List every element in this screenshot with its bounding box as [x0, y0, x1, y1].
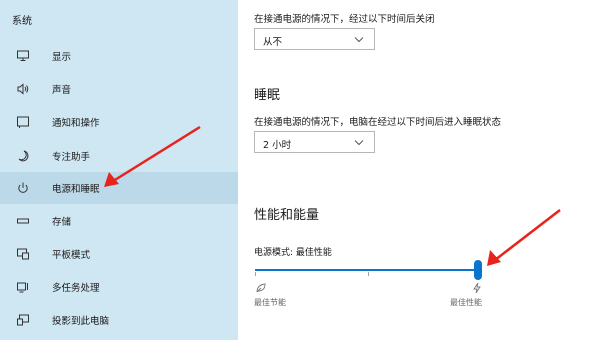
settings-sidebar: 系统 显示 声音 通知和操作 专注助手 电源和睡眠 存储 平板模式 多任务处理 …	[0, 0, 238, 340]
sidebar-item-label: 投影到此电脑	[52, 316, 110, 327]
sidebar-item-label: 专注助手	[52, 152, 91, 163]
best-performance-label: 最佳性能	[450, 298, 482, 307]
power-mode-slider-thumb[interactable]	[474, 260, 482, 280]
notification-icon	[17, 116, 29, 128]
screen-off-dropdown[interactable]: 从不	[254, 28, 375, 50]
speaker-icon	[17, 83, 29, 95]
power-mode-label: 电源模式: 最佳性能	[254, 248, 332, 258]
sidebar-item-label: 通知和操作	[52, 118, 100, 129]
sidebar-item-multitasking[interactable]: 多任务处理	[0, 271, 238, 303]
sidebar-item-display[interactable]: 显示	[0, 40, 238, 72]
sidebar-item-label: 存储	[52, 217, 72, 228]
sleep-description: 在接通电源的情况下，电脑在经过以下时间后进入睡眠状态	[254, 117, 502, 128]
power-icon	[18, 182, 28, 193]
sidebar-item-label: 电源和睡眠	[52, 184, 100, 195]
moon-icon	[18, 150, 29, 162]
sidebar-item-label: 显示	[52, 52, 72, 63]
tablet-icon	[17, 248, 29, 260]
power-mode-slider-track[interactable]	[255, 269, 481, 271]
lightning-icon	[473, 282, 481, 294]
sleep-dropdown[interactable]: 2 小时	[254, 131, 375, 153]
sidebar-item-focus-assist[interactable]: 专注助手	[0, 140, 238, 172]
monitor-icon	[17, 50, 29, 61]
storage-icon	[17, 218, 29, 224]
sidebar-item-label: 声音	[52, 85, 72, 96]
sidebar-item-sound[interactable]: 声音	[0, 73, 238, 105]
sidebar-item-tablet-mode[interactable]: 平板模式	[0, 238, 238, 270]
project-icon	[17, 314, 29, 326]
sleep-section-title: 睡眠	[254, 88, 281, 103]
chevron-down-icon	[354, 37, 364, 43]
sidebar-item-label: 平板模式	[52, 250, 91, 261]
leaf-icon	[256, 283, 266, 293]
sidebar-header: 系统	[12, 16, 32, 27]
sidebar-item-notifications[interactable]: 通知和操作	[0, 106, 238, 138]
performance-section-title: 性能和能量	[254, 208, 320, 223]
sidebar-item-project[interactable]: 投影到此电脑	[0, 304, 238, 336]
chevron-down-icon	[354, 140, 364, 146]
slider-tick	[368, 272, 369, 276]
slider-tick	[255, 272, 256, 276]
dropdown-value: 从不	[263, 37, 283, 48]
screen-off-description: 在接通电源的情况下，经过以下时间后关闭	[254, 14, 435, 25]
dropdown-value: 2 小时	[263, 140, 292, 151]
sidebar-item-storage[interactable]: 存储	[0, 205, 238, 237]
sidebar-item-power-sleep[interactable]: 电源和睡眠	[0, 172, 238, 204]
best-battery-label: 最佳节能	[254, 298, 286, 307]
settings-content: 在接通电源的情况下，经过以下时间后关闭 从不 睡眠 在接通电源的情况下，电脑在经…	[238, 0, 600, 340]
multitask-icon	[17, 282, 28, 293]
sidebar-item-label: 多任务处理	[52, 283, 100, 294]
